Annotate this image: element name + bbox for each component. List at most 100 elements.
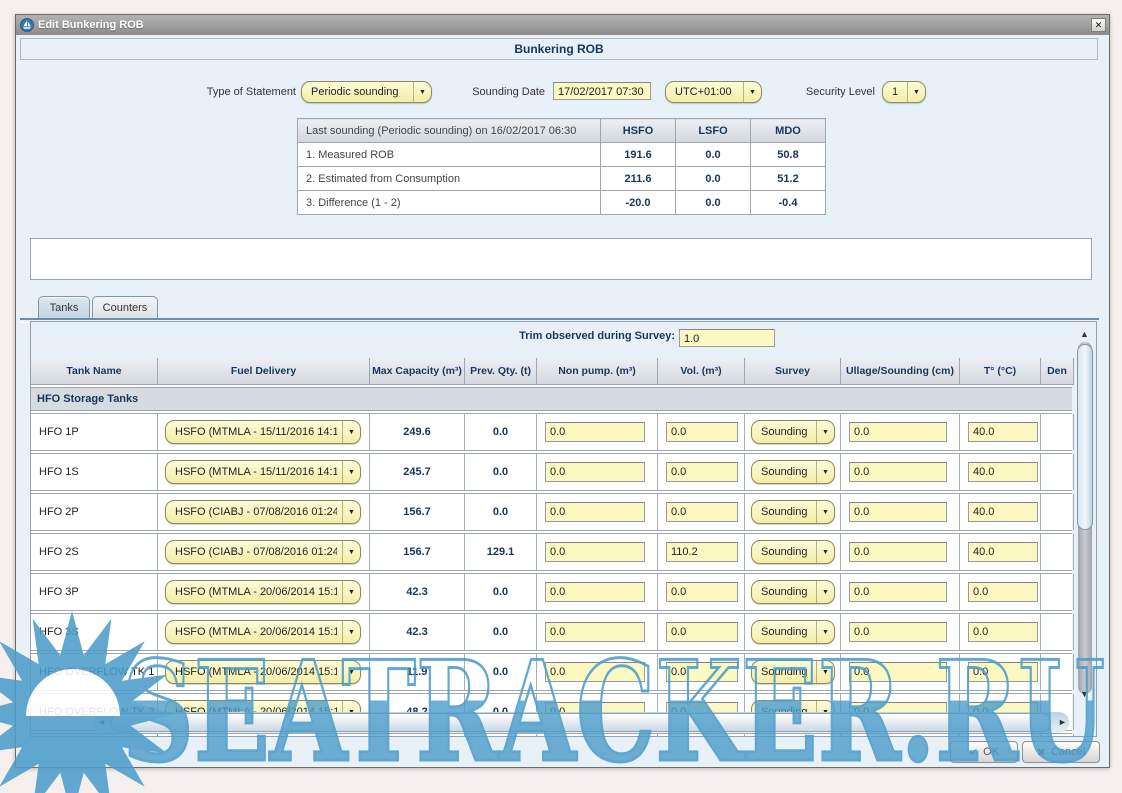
ullage-sounding-input[interactable]: 0.0 — [849, 622, 947, 642]
temperature-input[interactable]: 0.0 — [968, 582, 1038, 602]
table-row: ▼ ▼ — [31, 733, 1072, 737]
vol-input[interactable]: 110.2 — [666, 542, 738, 562]
survey-select[interactable]: Sounding ▼ — [751, 620, 835, 644]
summary-row-label: 3. Difference (1 - 2) — [298, 191, 601, 215]
density-cell — [1041, 534, 1074, 570]
non-pump-input[interactable]: 0.0 — [545, 502, 645, 522]
max-capacity-value: 156.7 — [370, 534, 465, 570]
ok-button[interactable]: ✔ OK — [950, 741, 1018, 763]
vol-input[interactable]: 0.0 — [666, 582, 738, 602]
table-row: 3. Difference (1 - 2) -20.0 0.0 -0.4 — [298, 191, 826, 215]
table-row: HFO 1S HSFO (MTMLA - 15/11/2016 14:10) ▼… — [31, 453, 1072, 491]
fuel-delivery-value: HSFO (MTMLA - 15/11/2016 14:10) — [175, 466, 337, 478]
vertical-scrollbar[interactable]: ▲ ▼ — [1075, 328, 1095, 706]
tank-name: HFO OVERFLOW TK 1 — [39, 666, 154, 678]
scroll-down-icon[interactable]: ▼ — [1080, 690, 1089, 699]
fuel-delivery-select[interactable]: HSFO (MTMLA - 20/06/2014 15:15) ▼ — [165, 620, 361, 644]
dropdown-arrow-icon: ▼ — [816, 621, 834, 643]
cancel-button-label: Cancel — [1051, 746, 1085, 758]
tank-name: HFO 2S — [39, 546, 79, 558]
vertical-scrollbar-thumb[interactable] — [1077, 344, 1093, 530]
fuel-delivery-select[interactable]: HSFO (CIABJ - 07/08/2016 01:24) ▼ — [165, 540, 361, 564]
non-pump-input[interactable]: 0.0 — [545, 422, 645, 442]
page-title: Bunkering ROB — [20, 38, 1098, 60]
scroll-left-icon[interactable]: ◄ — [97, 718, 106, 727]
summary-row-label: 2. Estimated from Consumption — [298, 167, 601, 191]
density-cell — [1041, 454, 1074, 490]
scroll-up-icon[interactable]: ▲ — [1080, 330, 1089, 339]
max-capacity-value: 156.7 — [370, 494, 465, 530]
horizontal-scrollbar-thumb[interactable] — [111, 713, 1051, 732]
type-of-statement-select[interactable]: Periodic sounding ▼ — [301, 81, 432, 103]
security-level-select[interactable]: 1 ▼ — [882, 81, 926, 103]
dialog-titlebar[interactable]: Edit Bunkering ROB ✕ — [16, 15, 1109, 35]
ullage-sounding-input[interactable]: 0.0 — [849, 582, 947, 602]
density-cell — [1041, 494, 1074, 530]
non-pump-input[interactable]: 0.0 — [545, 582, 645, 602]
security-level-value: 1 — [892, 86, 902, 98]
remarks-textarea[interactable] — [30, 238, 1092, 280]
temperature-input[interactable]: 40.0 — [968, 422, 1038, 442]
fuel-delivery-select[interactable]: HSFO (MTMLA - 15/11/2016 14:10) ▼ — [165, 460, 361, 484]
fuel-delivery-select[interactable]: HSFO (MTMLA - 20/06/2014 15:15) ▼ — [165, 580, 361, 604]
survey-select[interactable]: Sounding ▼ — [751, 420, 835, 444]
screen: Edit Bunkering ROB ✕ Bunkering ROB Type … — [0, 0, 1122, 793]
temperature-input[interactable]: 40.0 — [968, 502, 1038, 522]
non-pump-input[interactable]: 0.0 — [545, 542, 645, 562]
cancel-button[interactable]: ✖ Cancel — [1022, 741, 1100, 763]
survey-select[interactable]: Sounding ▼ — [751, 500, 835, 524]
fuel-delivery-select[interactable]: HSFO (MTMLA - 15/11/2016 14:10) ▼ — [165, 420, 361, 444]
non-pump-input[interactable]: 0.0 — [545, 622, 645, 642]
ullage-sounding-input[interactable]: 0.0 — [849, 502, 947, 522]
ullage-sounding-input[interactable]: 0.0 — [849, 462, 947, 482]
density-cell — [1041, 614, 1074, 650]
non-pump-input[interactable]: 0.0 — [545, 462, 645, 482]
fuel-delivery-value: HSFO (CIABJ - 07/08/2016 01:24) — [175, 546, 337, 558]
tank-name: HFO 1P — [39, 426, 79, 438]
survey-select[interactable]: Sounding ▼ — [751, 580, 835, 604]
timezone-select[interactable]: UTC+01:00 ▼ — [665, 81, 762, 103]
survey-select[interactable]: Sounding ▼ — [751, 460, 835, 484]
fuel-delivery-select[interactable]: HSFO (CIABJ - 07/08/2016 01:24) ▼ — [165, 500, 361, 524]
tab-tanks[interactable]: Tanks — [38, 296, 90, 318]
summary-value: 0.0 — [676, 191, 751, 215]
sailboat-app-icon — [20, 18, 34, 32]
non-pump-input[interactable]: 0.0 — [545, 662, 645, 682]
scroll-right-icon[interactable]: ► — [1058, 718, 1067, 727]
survey-select[interactable]: Sounding ▼ — [751, 660, 835, 684]
summary-value: 0.0 — [676, 167, 751, 191]
column-header: Survey — [745, 358, 841, 385]
dropdown-arrow-icon: ▼ — [342, 421, 360, 443]
vol-input[interactable]: 0.0 — [666, 502, 738, 522]
sounding-date-input[interactable]: 17/02/2017 07:30 — [553, 82, 651, 100]
dropdown-arrow-icon: ▼ — [816, 541, 834, 563]
temperature-input[interactable]: 0.0 — [968, 622, 1038, 642]
last-sounding-summary-table: Last sounding (Periodic sounding) on 16/… — [297, 118, 826, 215]
close-button[interactable]: ✕ — [1091, 18, 1106, 32]
fuel-delivery-value: HSFO (MTMLA - 20/06/2014 15:15) — [175, 586, 337, 598]
tank-name: HFO 1S — [39, 466, 79, 478]
tank-name: HFO 2P — [39, 506, 79, 518]
edit-bunkering-rob-dialog: Edit Bunkering ROB ✕ Bunkering ROB Type … — [15, 14, 1110, 768]
summary-row-label: 1. Measured ROB — [298, 143, 601, 167]
vol-input[interactable]: 0.0 — [666, 462, 738, 482]
ullage-sounding-input[interactable]: 0.0 — [849, 542, 947, 562]
density-cell — [1041, 734, 1074, 737]
vol-input[interactable]: 0.0 — [666, 422, 738, 442]
vol-input[interactable]: 0.0 — [666, 662, 738, 682]
ullage-sounding-input[interactable]: 0.0 — [849, 662, 947, 682]
ullage-sounding-input[interactable]: 0.0 — [849, 422, 947, 442]
survey-select[interactable]: Sounding ▼ — [751, 540, 835, 564]
temperature-input[interactable]: 40.0 — [968, 542, 1038, 562]
trim-observed-input[interactable]: 1.0 — [679, 329, 775, 347]
fuel-delivery-select[interactable]: HSFO (MTMLA - 20/06/2014 15:15) ▼ — [165, 660, 361, 684]
vol-input[interactable]: 0.0 — [666, 622, 738, 642]
dropdown-arrow-icon: ▼ — [816, 661, 834, 683]
table-row: 1. Measured ROB 191.6 0.0 50.8 — [298, 143, 826, 167]
summary-value: 191.6 — [601, 143, 676, 167]
temperature-input[interactable]: 40.0 — [968, 462, 1038, 482]
max-capacity-value — [370, 734, 465, 737]
temperature-input[interactable]: 0.0 — [968, 662, 1038, 682]
dropdown-arrow-icon: ▼ — [816, 581, 834, 603]
tab-counters[interactable]: Counters — [92, 296, 158, 318]
